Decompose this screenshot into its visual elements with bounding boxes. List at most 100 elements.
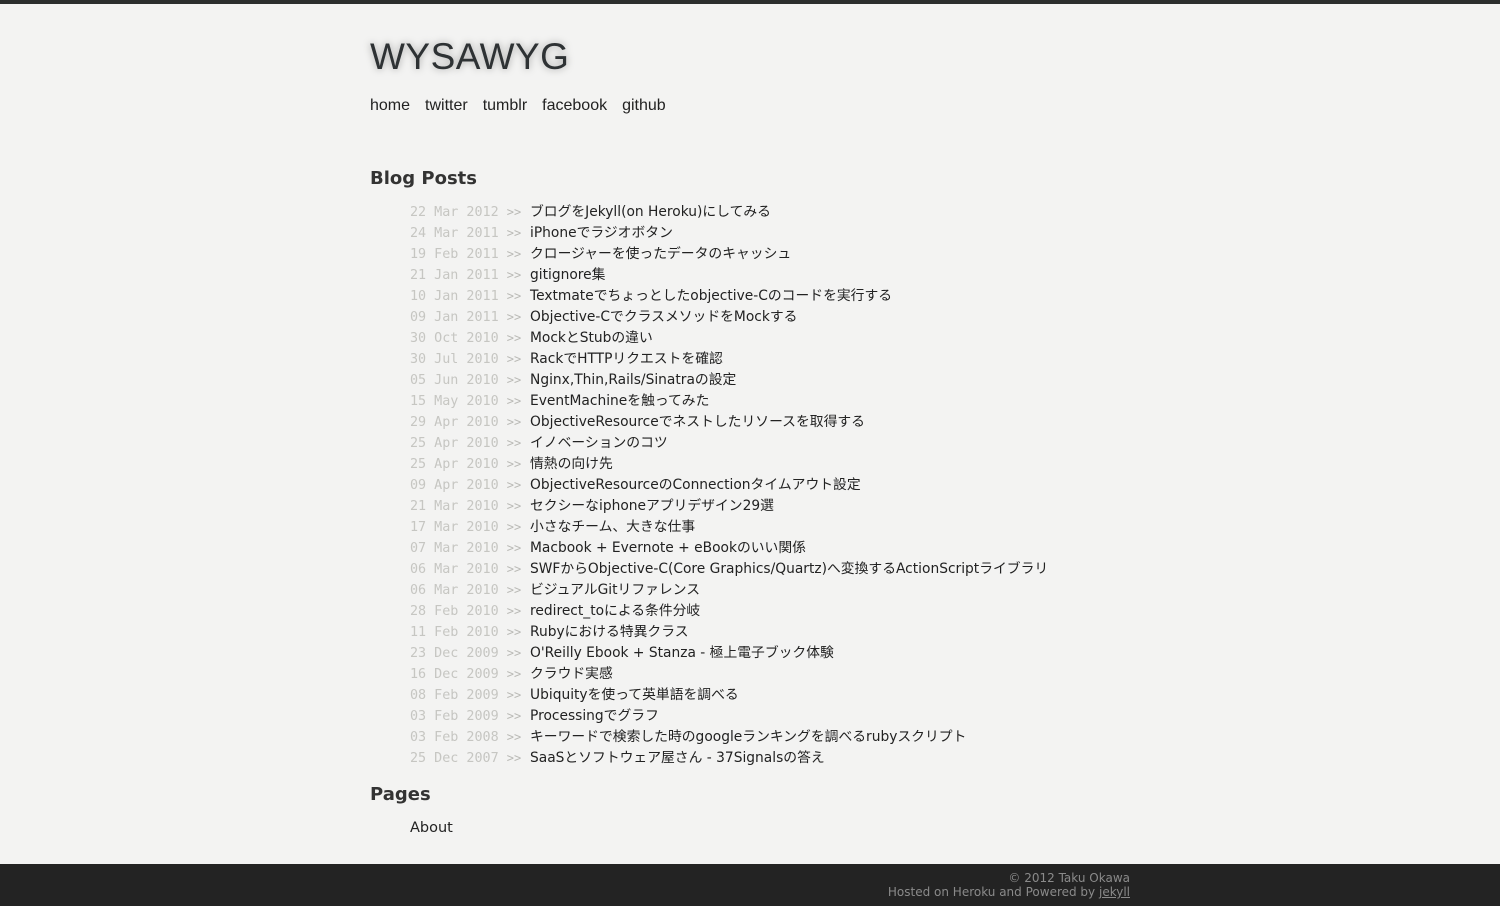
post-date: 05 Jun 2010 [410, 373, 499, 388]
main-nav: home twitter tumblr facebook github [370, 97, 666, 115]
post-separator: >> [506, 478, 522, 492]
post-date: 21 Mar 2010 [410, 499, 499, 514]
post-separator: >> [506, 730, 522, 744]
nav-facebook-link[interactable]: facebook [542, 97, 607, 115]
blog-posts-list: 22 Mar 2012 >> ブログをJekyll(on Heroku)にしてみる 2… [410, 202, 1048, 769]
post-title-link[interactable]: SWFからObjective-C(Core Graphics/Quartz)へ変… [530, 561, 1048, 577]
post-title-link[interactable]: Processingでグラフ [530, 708, 659, 724]
post-date: 22 Mar 2012 [410, 205, 499, 220]
post-date: 21 Jan 2011 [410, 268, 499, 283]
pages-list: About [410, 817, 453, 839]
post-separator: >> [506, 541, 522, 555]
post-title-link[interactable]: 情熱の向け先 [530, 456, 613, 472]
post-separator: >> [506, 562, 522, 576]
blog-post-item: 06 Mar 2010 >> ビジュアルGitリファレンス [410, 580, 1048, 601]
blog-post-item: 09 Apr 2010 >> ObjectiveResourceのConnectio… [410, 475, 1048, 496]
post-separator: >> [506, 205, 522, 219]
nav-tumblr-link[interactable]: tumblr [483, 97, 527, 115]
post-title-link[interactable]: セクシーなiphoneアプリデザイン29選 [530, 498, 774, 514]
post-title-link[interactable]: SaaSとソフトウェア屋さん - 37Signalsの答え [530, 750, 825, 766]
blog-post-item: 25 Apr 2010 >> 情熱の向け先 [410, 454, 1048, 475]
post-title-link[interactable]: Macbook + Evernote + eBookのいい関係 [530, 540, 806, 556]
post-date: 23 Dec 2009 [410, 646, 499, 661]
post-date: 19 Feb 2011 [410, 247, 499, 262]
nav-github-link[interactable]: github [622, 97, 666, 115]
post-date: 17 Mar 2010 [410, 520, 499, 535]
post-title-link[interactable]: イノベーションのコツ [530, 435, 668, 451]
post-title-link[interactable]: Rubyにおける特異クラス [530, 624, 689, 640]
blog-post-item: 03 Feb 2008 >> キーワードで検索した時のgoogleランキングを調べる… [410, 727, 1048, 748]
post-title-link[interactable]: 小さなチーム、大きな仕事 [530, 519, 695, 535]
post-title-link[interactable]: ObjectiveResourceのConnectionタイムアウト設定 [530, 477, 861, 493]
post-separator: >> [506, 268, 522, 282]
post-title-link[interactable]: Textmateでちょっとしたobjective-Cのコードを実行する [530, 288, 892, 304]
post-date: 08 Feb 2009 [410, 688, 499, 703]
blog-post-item: 30 Oct 2010 >> MockとStubの違い [410, 328, 1048, 349]
post-date: 30 Oct 2010 [410, 331, 499, 346]
footer-hosted-line: Hosted on Heroku and Powered by jekyll [888, 885, 1130, 899]
post-title-link[interactable]: Ubiquityを使って英単語を調べる [530, 687, 739, 703]
nav-twitter-link[interactable]: twitter [425, 97, 468, 115]
post-separator: >> [506, 688, 522, 702]
post-title-link[interactable]: redirect_toによる条件分岐 [530, 603, 700, 619]
blog-post-item: 30 Jul 2010 >> RackでHTTPリクエストを確認 [410, 349, 1048, 370]
post-date: 25 Apr 2010 [410, 457, 499, 472]
post-title-link[interactable]: MockとStubの違い [530, 330, 653, 346]
blog-post-item: 24 Mar 2011 >> iPhoneでラジオボタン [410, 223, 1048, 244]
blog-post-item: 28 Feb 2010 >> redirect_toによる条件分岐 [410, 601, 1048, 622]
blog-post-item: 10 Jan 2011 >> Textmateでちょっとしたobjective-Cの… [410, 286, 1048, 307]
blog-post-item: 11 Feb 2010 >> Rubyにおける特異クラス [410, 622, 1048, 643]
footer-text: © 2012 Taku Okawa Hosted on Heroku and P… [888, 871, 1130, 899]
post-separator: >> [506, 499, 522, 513]
post-separator: >> [506, 520, 522, 534]
post-title-link[interactable]: ビジュアルGitリファレンス [530, 582, 700, 598]
post-separator: >> [506, 646, 522, 660]
post-title-link[interactable]: gitignore集 [530, 267, 605, 283]
post-title-link[interactable]: Nginx,Thin,Rails/Sinatraの設定 [530, 372, 736, 388]
post-separator: >> [506, 751, 522, 765]
post-date: 29 Apr 2010 [410, 415, 499, 430]
footer-copyright: © 2012 Taku Okawa [1008, 871, 1130, 885]
post-title-link[interactable]: クラウド実感 [530, 666, 613, 682]
post-title-link[interactable]: ブログをJekyll(on Heroku)にしてみる [530, 204, 771, 220]
page-about-link[interactable]: About [410, 820, 453, 836]
post-title-link[interactable]: ObjectiveResourceでネストしたリソースを取得する [530, 414, 865, 430]
footer: © 2012 Taku Okawa Hosted on Heroku and P… [0, 864, 1500, 906]
footer-hosted-text: Hosted on Heroku and Powered by [887, 885, 1096, 899]
post-title-link[interactable]: O'Reilly Ebook + Stanza - 極上電子ブック体験 [530, 645, 834, 661]
blog-post-item: 19 Feb 2011 >> クロージャーを使ったデータのキャッシュ [410, 244, 1048, 265]
blog-post-item: 25 Apr 2010 >> イノベーションのコツ [410, 433, 1048, 454]
post-title-link[interactable]: クロージャーを使ったデータのキャッシュ [530, 246, 791, 262]
post-title-link[interactable]: iPhoneでラジオボタン [530, 225, 673, 241]
post-date: 06 Mar 2010 [410, 583, 499, 598]
post-title-link[interactable]: キーワードで検索した時のgoogleランキングを調べるrubyスクリプト [530, 729, 966, 745]
post-title-link[interactable]: RackでHTTPリクエストを確認 [530, 351, 723, 367]
blog-post-item: 15 May 2010 >> EventMachineを触ってみた [410, 391, 1048, 412]
blog-post-item: 08 Feb 2009 >> Ubiquityを使って英単語を調べる [410, 685, 1048, 706]
post-separator: >> [506, 394, 522, 408]
blog-posts-heading: Blog Posts [370, 168, 477, 189]
site-title[interactable]: WYSAWYG [370, 36, 569, 78]
post-date: 03 Feb 2009 [410, 709, 499, 724]
post-separator: >> [506, 625, 522, 639]
blog-post-item: 25 Dec 2007 >> SaaSとソフトウェア屋さん - 37Signalsの… [410, 748, 1048, 769]
blog-post-item: 23 Dec 2009 >> O'Reilly Ebook + Stanza - 極… [410, 643, 1048, 664]
nav-home-link[interactable]: home [370, 97, 410, 115]
blog-post-item: 05 Jun 2010 >> Nginx,Thin,Rails/Sinatraの設定 [410, 370, 1048, 391]
post-separator: >> [506, 415, 522, 429]
post-separator: >> [506, 247, 522, 261]
blog-post-item: 29 Apr 2010 >> ObjectiveResourceでネストしたリソース… [410, 412, 1048, 433]
post-separator: >> [506, 310, 522, 324]
blog-post-item: 07 Mar 2010 >> Macbook + Evernote + eBookの… [410, 538, 1048, 559]
post-date: 10 Jan 2011 [410, 289, 499, 304]
footer-jekyll-link[interactable]: jekyll [1099, 885, 1130, 899]
blog-post-item: 17 Mar 2010 >> 小さなチーム、大きな仕事 [410, 517, 1048, 538]
blog-post-item: 06 Mar 2010 >> SWFからObjective-C(Core Graph… [410, 559, 1048, 580]
post-separator: >> [506, 457, 522, 471]
post-date: 16 Dec 2009 [410, 667, 499, 682]
post-title-link[interactable]: EventMachineを触ってみた [530, 393, 709, 409]
post-date: 24 Mar 2011 [410, 226, 499, 241]
post-separator: >> [506, 604, 522, 618]
post-title-link[interactable]: Objective-CでクラスメソッドをMockする [530, 309, 797, 325]
blog-post-item: 03 Feb 2009 >> Processingでグラフ [410, 706, 1048, 727]
